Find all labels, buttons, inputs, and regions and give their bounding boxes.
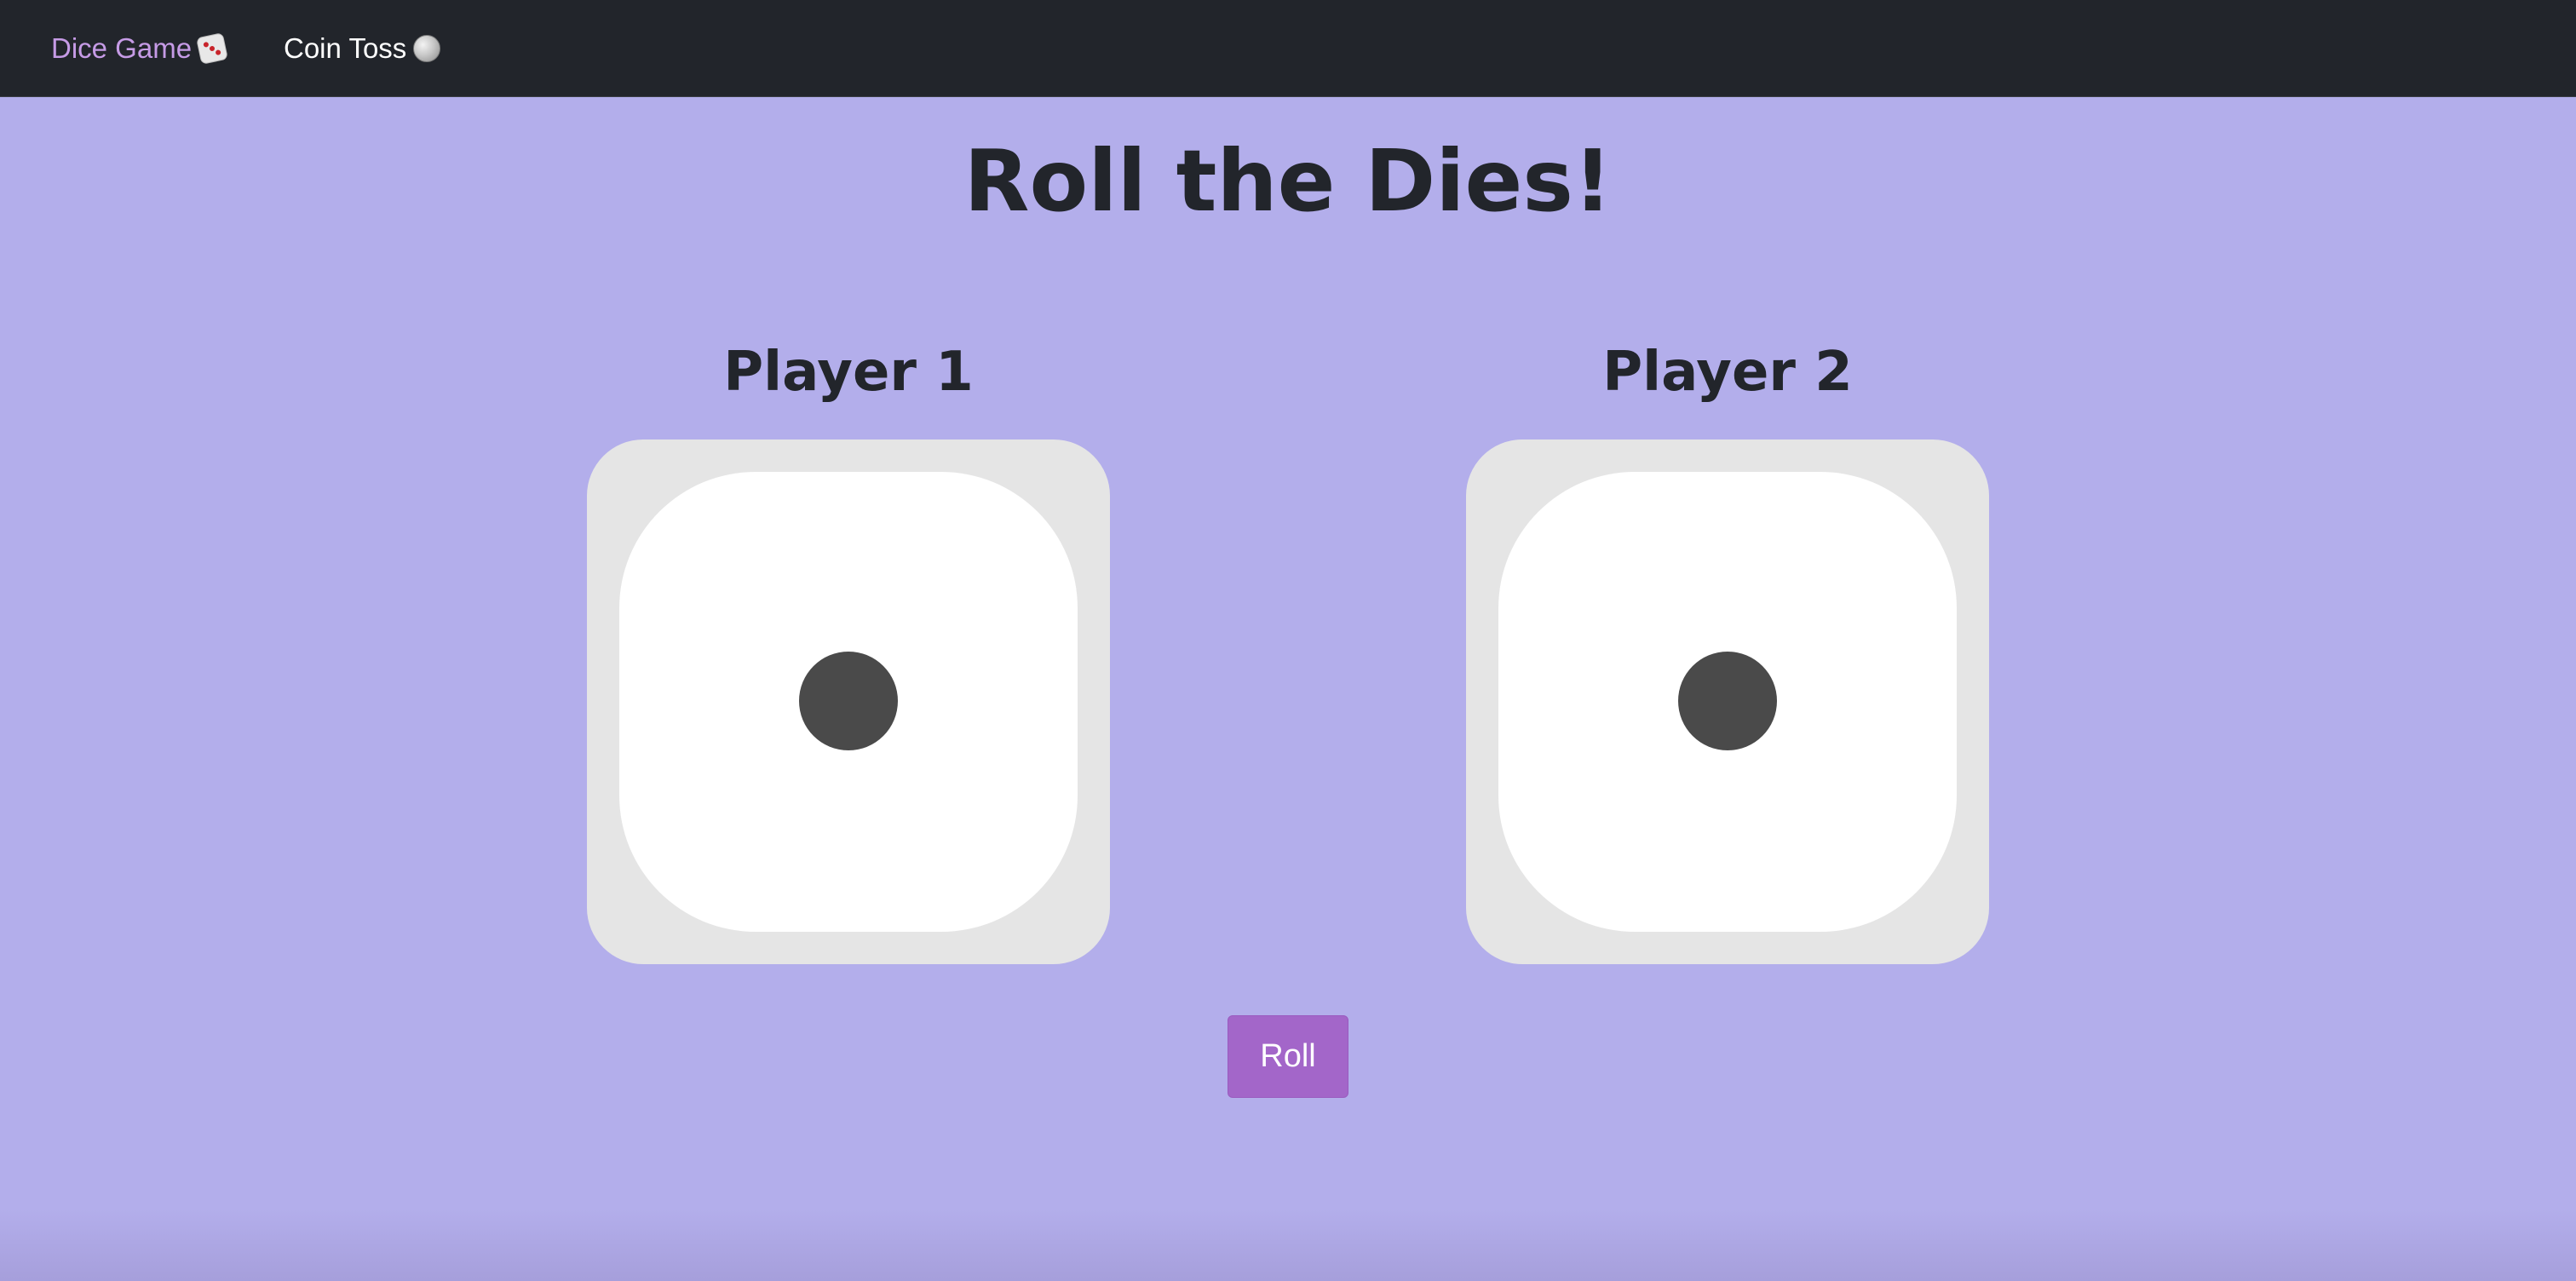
navbar: Dice Game Coin Toss — [0, 0, 2576, 97]
nav-link-dice-game[interactable]: Dice Game — [51, 0, 229, 96]
player-2-die — [1466, 439, 1989, 964]
roll-button[interactable]: Roll — [1228, 1015, 1348, 1098]
die-icon — [196, 32, 229, 65]
die-pip — [799, 652, 898, 750]
die-face — [1498, 472, 1957, 932]
page-title: Roll the Dies! — [963, 131, 1613, 231]
nav-link-label: Dice Game — [51, 32, 193, 64]
bottom-shadow — [0, 1209, 2576, 1281]
die-pip — [1678, 652, 1777, 750]
nav-link-label: Coin Toss — [284, 32, 407, 64]
coin-icon — [413, 34, 441, 62]
player-1-heading: Player 1 — [723, 341, 974, 404]
die-face — [619, 472, 1078, 932]
player-2-heading: Player 2 — [1602, 341, 1853, 404]
nav-link-coin-toss[interactable]: Coin Toss — [284, 0, 441, 96]
player-1-die — [587, 439, 1110, 964]
